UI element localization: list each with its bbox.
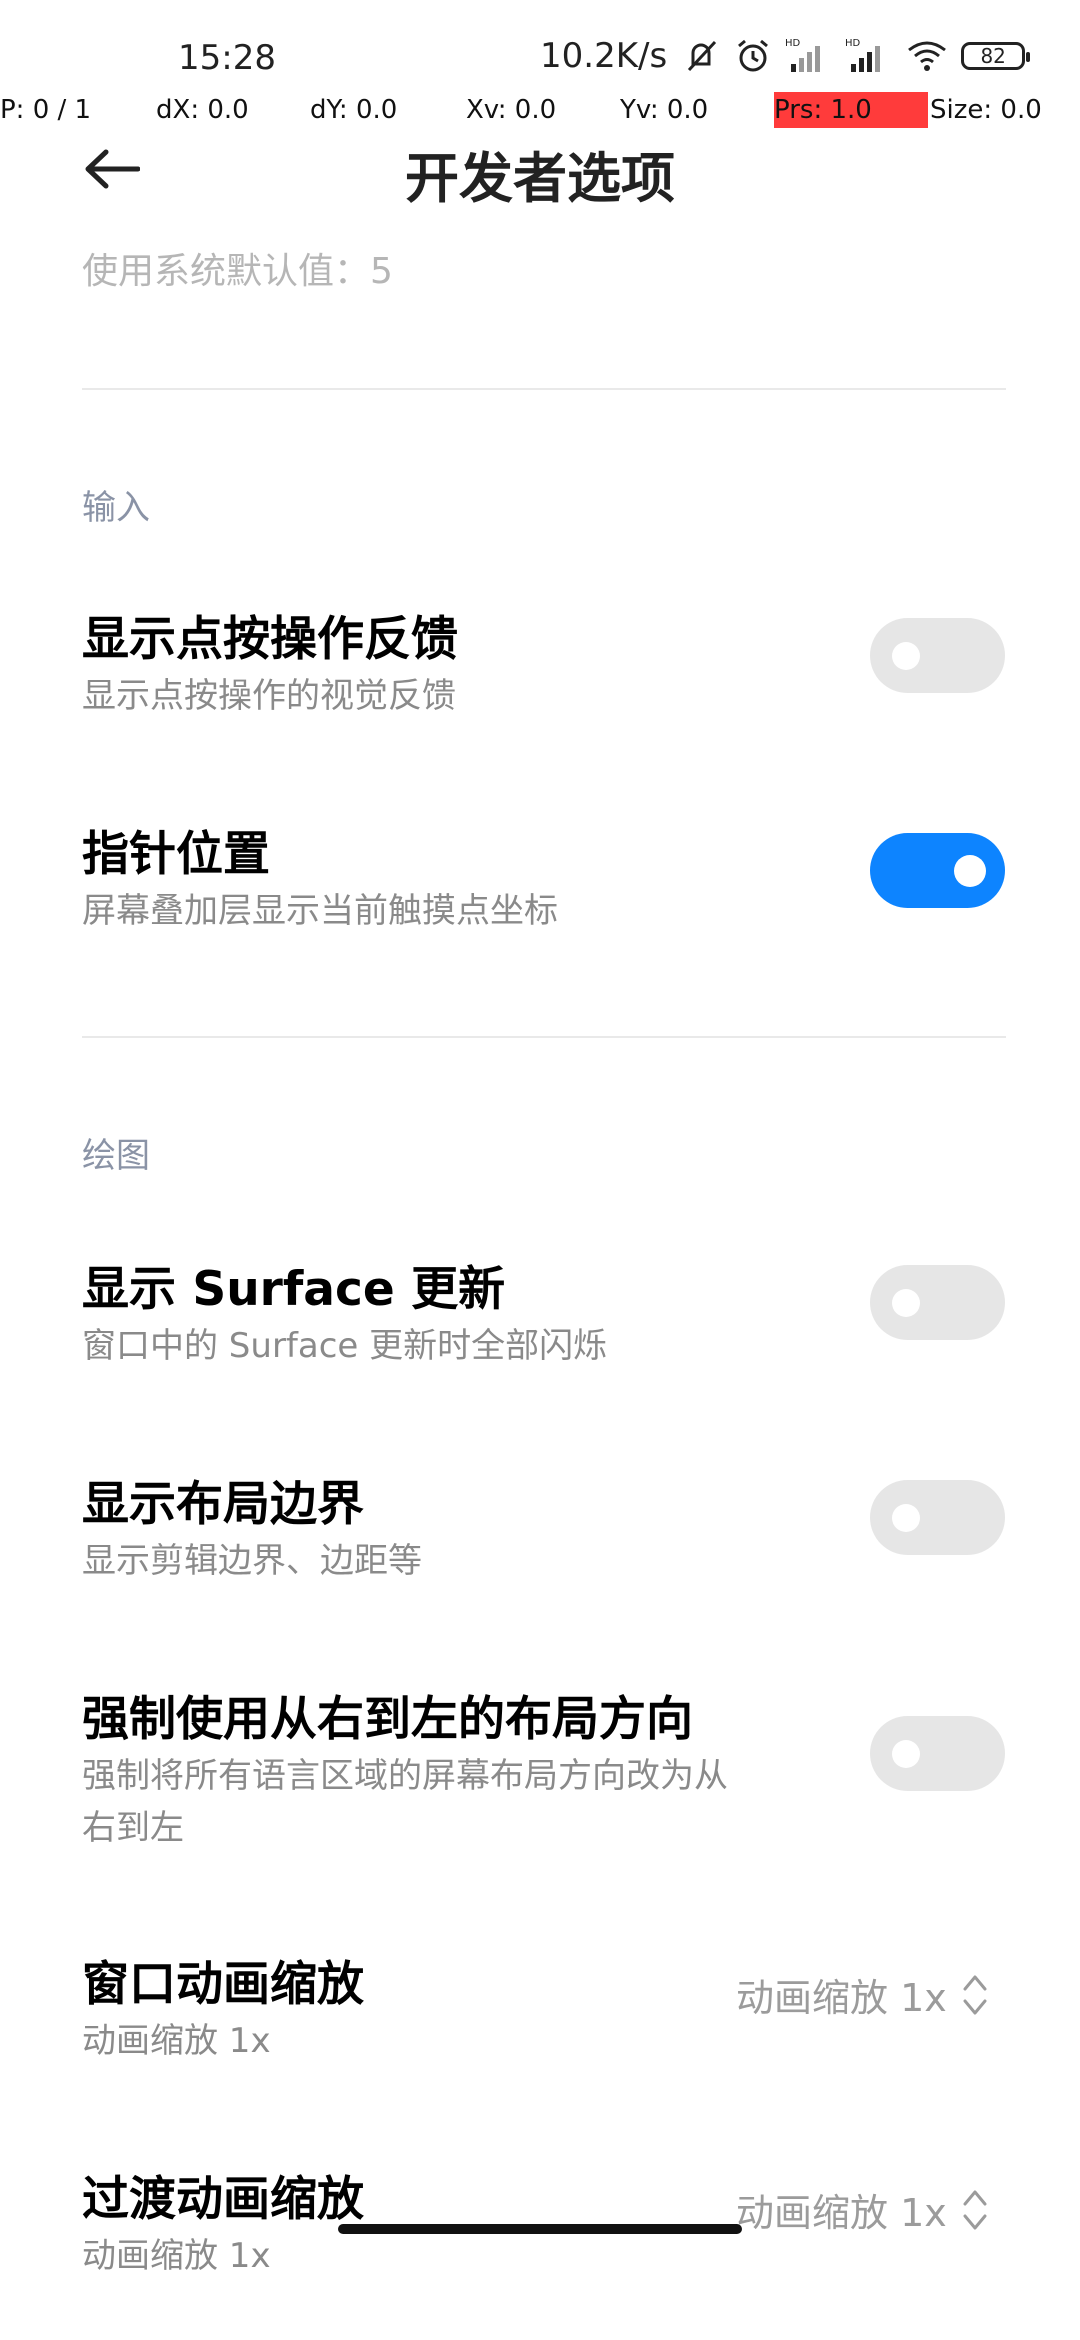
signal-icon-2: HD: [845, 38, 881, 72]
item-title: 窗口动画缩放: [82, 1957, 364, 2012]
item-title: 显示点按操作反馈: [82, 612, 458, 667]
previous-item-value: 使用系统默认值：5: [82, 251, 393, 292]
net-speed: 10.2K/s: [540, 36, 668, 76]
item-title: 强制使用从右到左的布局方向: [82, 1692, 693, 1747]
setting-pointer-location[interactable]: 指针位置 屏幕叠加层显示当前触摸点坐标: [0, 805, 1080, 945]
ptr-dy: dY: 0.0: [310, 95, 398, 125]
item-subtitle-line1: 强制将所有语言区域的屏幕布局方向改为从: [82, 1756, 728, 1796]
force-rtl-toggle[interactable]: [870, 1716, 1005, 1791]
battery-icon: 82: [961, 42, 1031, 70]
item-subtitle: 动画缩放 1x: [82, 2021, 271, 2061]
item-subtitle: 显示点按操作的视觉反馈: [82, 676, 456, 716]
layout-bounds-toggle[interactable]: [870, 1480, 1005, 1555]
setting-layout-bounds[interactable]: 显示布局边界 显示剪辑边界、边距等: [0, 1455, 1080, 1595]
ptr-dx: dX: 0.0: [156, 95, 249, 125]
svg-text:HD: HD: [785, 38, 801, 49]
select-value: 动画缩放 1x: [736, 1976, 947, 2020]
item-subtitle: 动画缩放 1x: [82, 2236, 271, 2276]
window-animation-select[interactable]: 动画缩放 1x: [736, 1967, 989, 2022]
item-subtitle: 显示剪辑边界、边距等: [82, 1541, 422, 1581]
updown-icon: [963, 1975, 987, 2014]
item-subtitle: 窗口中的 Surface 更新时全部闪烁: [82, 1326, 608, 1366]
setting-window-animation-scale[interactable]: 窗口动画缩放 动画缩放 1x 动画缩放 1x: [0, 1935, 1080, 2075]
item-subtitle: 屏幕叠加层显示当前触摸点坐标: [82, 891, 558, 931]
status-icons: HD HD 82: [681, 36, 1031, 76]
setting-transition-animation-scale[interactable]: 过渡动画缩放 动画缩放 1x 动画缩放 1x: [0, 2150, 1080, 2290]
ptr-yv: Yv: 0.0: [620, 95, 709, 125]
section-title-input: 输入: [82, 488, 150, 528]
pointer-overlay: P: 0 / 1 dX: 0.0 dY: 0.0 Xv: 0.0 Yv: 0.0…: [0, 92, 1080, 128]
ptr-size: Size: 0.0: [930, 95, 1042, 125]
mute-icon: [688, 40, 717, 72]
alarm-icon: [738, 39, 769, 72]
divider: [82, 388, 1006, 390]
wifi-icon: [908, 41, 947, 71]
section-title-drawing: 绘图: [82, 1136, 150, 1176]
setting-force-rtl[interactable]: 强制使用从右到左的布局方向 强制将所有语言区域的屏幕布局方向改为从 右到左: [0, 1670, 1080, 1870]
select-value: 动画缩放 1x: [736, 2191, 947, 2235]
home-indicator[interactable]: [338, 2224, 742, 2234]
show-taps-toggle[interactable]: [870, 618, 1005, 693]
setting-show-taps[interactable]: 显示点按操作反馈 显示点按操作的视觉反馈: [0, 590, 1080, 730]
item-title: 显示布局边界: [82, 1477, 364, 1532]
item-title: 指针位置: [82, 827, 270, 882]
svg-text:HD: HD: [845, 38, 861, 49]
signal-icon: HD: [785, 38, 821, 72]
status-right: 10.2K/s HD HD 82: [540, 36, 1031, 76]
page-title: 开发者选项: [405, 147, 675, 210]
status-time: 15:28: [178, 38, 276, 78]
divider: [82, 1036, 1006, 1038]
item-subtitle-line2: 右到左: [82, 1808, 184, 1848]
ptr-prs: Prs: 1.0: [774, 92, 928, 128]
item-title: 显示 Surface 更新: [82, 1262, 506, 1317]
ptr-xv: Xv: 0.0: [466, 95, 557, 125]
updown-icon: [963, 2190, 987, 2229]
item-title: 过渡动画缩放: [82, 2172, 364, 2227]
ptr-p: P: 0 / 1: [0, 95, 92, 125]
setting-surface-updates[interactable]: 显示 Surface 更新 窗口中的 Surface 更新时全部闪烁: [0, 1240, 1080, 1380]
surface-updates-toggle[interactable]: [870, 1265, 1005, 1340]
transition-animation-select[interactable]: 动画缩放 1x: [736, 2182, 989, 2237]
pointer-location-toggle[interactable]: [870, 833, 1005, 908]
